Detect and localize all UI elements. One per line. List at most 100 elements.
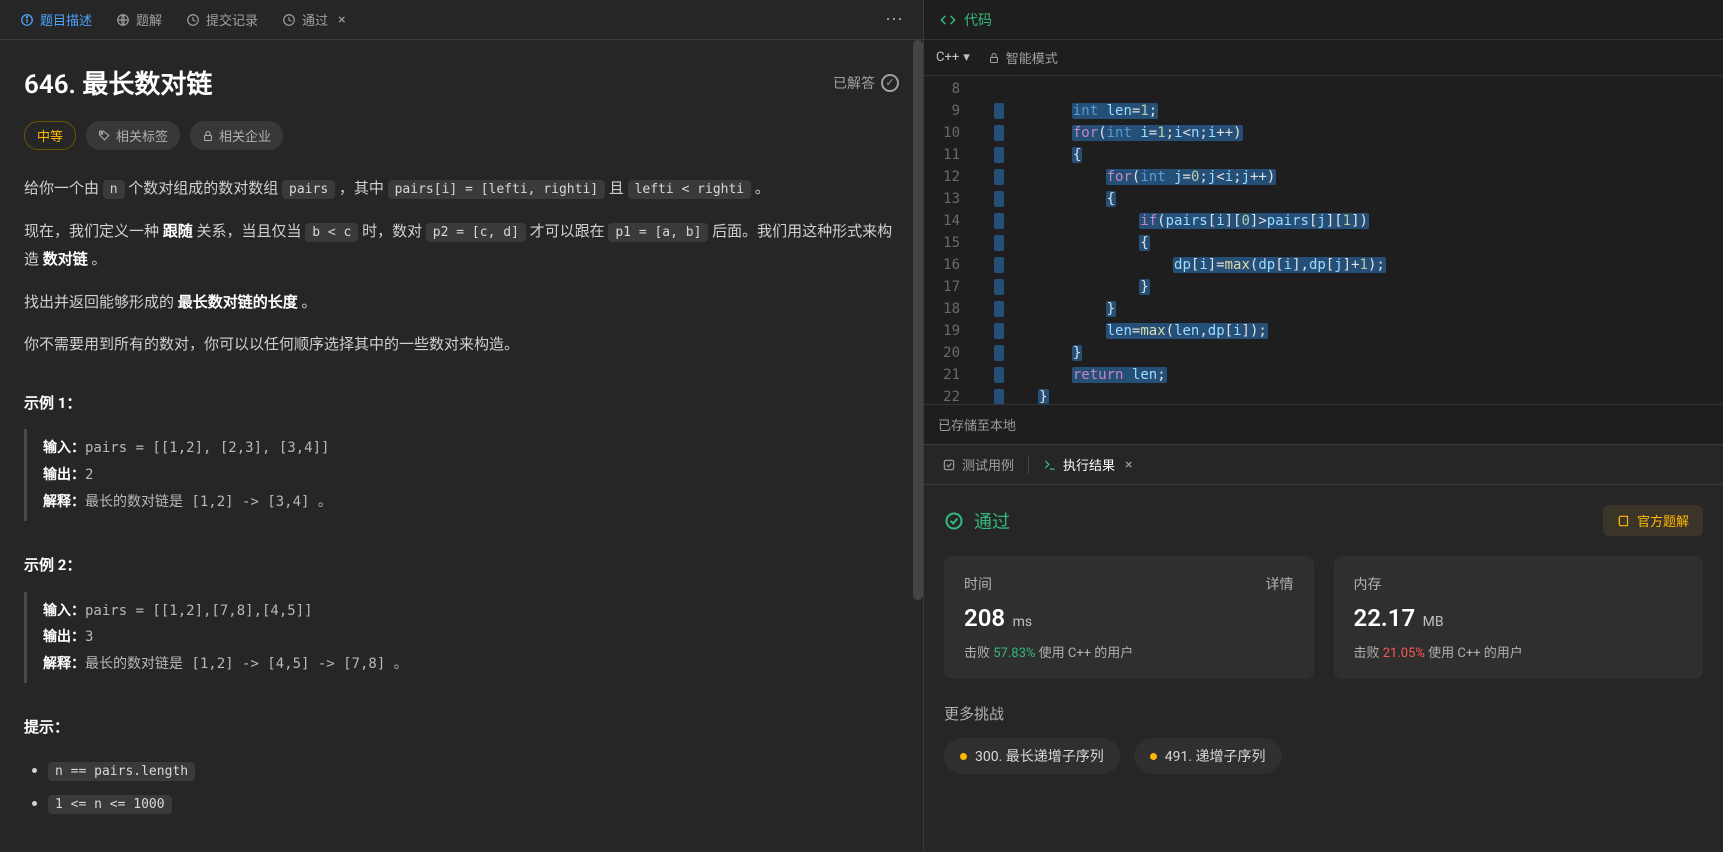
example-block: 输入：pairs = [[1,2],[7,8],[4,5]] 输出：3 解释：最… — [24, 592, 899, 684]
example-heading: 示例 2： — [24, 551, 899, 580]
code-header-label: 代码 — [964, 10, 992, 30]
tag-icon — [98, 129, 111, 142]
hints-list: n == pairs.length 1 <= n <= 1000 — [24, 754, 899, 820]
tab-testcase[interactable]: 测试用例 — [932, 445, 1024, 484]
chevron-down-icon: ▾ — [963, 50, 970, 65]
code-text: { — [994, 144, 1723, 166]
editor-line[interactable]: 22 } — [924, 386, 1723, 404]
more-challenges-heading: 更多挑战 — [944, 703, 1703, 724]
inline-code: n — [103, 180, 125, 199]
checkbox-icon — [942, 458, 956, 472]
scrollbar-thumb[interactable] — [913, 40, 923, 600]
line-number: 18 — [924, 298, 974, 320]
globe-icon — [116, 13, 130, 27]
editor-line[interactable]: 8 — [924, 78, 1723, 100]
challenge-chip[interactable]: 300. 最长递增子序列 — [944, 738, 1120, 774]
line-number: 9 — [924, 100, 974, 122]
editor-line[interactable]: 18 } — [924, 298, 1723, 320]
code-text: len=max(len,dp[i]); — [994, 320, 1723, 342]
code-header: 代码 — [924, 0, 1723, 40]
code-text: } — [994, 276, 1723, 298]
smart-mode-toggle[interactable]: 智能模式 — [988, 48, 1058, 67]
lock-icon — [988, 52, 1000, 64]
code-text: { — [994, 232, 1723, 254]
lock-icon — [202, 130, 214, 142]
companies-badge[interactable]: 相关企业 — [190, 121, 283, 150]
code-text: { — [994, 188, 1723, 210]
editor-line[interactable]: 11 { — [924, 144, 1723, 166]
editor-line[interactable]: 19 len=max(len,dp[i]); — [924, 320, 1723, 342]
code-text: for(int j=0;j<i;j++) — [994, 166, 1723, 188]
time-stat-card[interactable]: 时间 详情 208 ms 击败 57.83% 使用 C++ 的用户 — [944, 556, 1314, 679]
tags-badge[interactable]: 相关标签 — [86, 121, 180, 150]
tab-pass[interactable]: 通过 × — [270, 0, 358, 39]
line-number: 20 — [924, 342, 974, 364]
difficulty-badge: 中等 — [24, 121, 76, 150]
close-icon[interactable]: × — [338, 12, 345, 28]
line-number: 15 — [924, 232, 974, 254]
editor-line[interactable]: 20 } — [924, 342, 1723, 364]
line-number: 17 — [924, 276, 974, 298]
info-icon — [20, 13, 34, 27]
editor-line[interactable]: 12 for(int j=0;j<i;j++) — [924, 166, 1723, 188]
stat-value: 208 — [964, 604, 1005, 632]
inline-code: pairs[i] = [lefti, righti] — [388, 180, 606, 199]
code-text — [994, 78, 1723, 100]
editor-line[interactable]: 16 dp[i]=max(dp[i],dp[j]+1); — [924, 254, 1723, 276]
check-icon: ✓ — [881, 74, 899, 92]
code-text: if(pairs[i][0]>pairs[j][1]) — [994, 210, 1723, 232]
tab-label: 通过 — [302, 10, 328, 29]
pass-label: 通过 — [944, 508, 1010, 534]
history-icon — [186, 13, 200, 27]
inline-code: pairs — [282, 180, 335, 199]
inline-code: lefti < righti — [628, 180, 752, 199]
tab-label: 题解 — [136, 10, 162, 29]
code-editor[interactable]: 89 int len=1;10 for(int i=1;i<n;i++)11 {… — [924, 76, 1723, 404]
tab-solution[interactable]: 题解 — [104, 0, 174, 39]
solved-badge: 已解答 ✓ — [833, 73, 899, 93]
editor-line[interactable]: 17 } — [924, 276, 1723, 298]
tab-submissions[interactable]: 提交记录 — [174, 0, 270, 39]
inline-code: b < c — [305, 223, 358, 242]
code-text: } — [994, 386, 1723, 404]
line-number: 12 — [924, 166, 974, 188]
tab-label: 提交记录 — [206, 10, 258, 29]
code-text: return len; — [994, 364, 1723, 386]
editor-line[interactable]: 13 { — [924, 188, 1723, 210]
stat-label: 内存 — [1354, 574, 1382, 594]
line-number: 19 — [924, 320, 974, 342]
history-icon — [282, 13, 296, 27]
editor-line[interactable]: 10 for(int i=1;i<n;i++) — [924, 122, 1723, 144]
editor-line[interactable]: 14 if(pairs[i][0]>pairs[j][1]) — [924, 210, 1723, 232]
code-text: } — [994, 342, 1723, 364]
inline-code: n == pairs.length — [48, 762, 195, 781]
problem-description: 给你一个由 n 个数对组成的数对数组 pairs ，其中 pairs[i] = … — [24, 174, 899, 820]
editor-line[interactable]: 15 { — [924, 232, 1723, 254]
editor-line[interactable]: 21 return len; — [924, 364, 1723, 386]
language-select[interactable]: C++ ▾ — [936, 50, 970, 65]
example-block: 输入：pairs = [[1,2], [2,3], [3,4]] 输出：2 解释… — [24, 429, 899, 521]
stat-label: 时间 — [964, 574, 992, 594]
tab-label: 题目描述 — [40, 10, 92, 29]
tab-run-result[interactable]: 执行结果 × — [1033, 445, 1143, 484]
line-number: 14 — [924, 210, 974, 232]
official-solution-button[interactable]: 官方题解 — [1603, 505, 1703, 536]
difficulty-dot — [1150, 753, 1157, 760]
saved-label: 已存储至本地 — [924, 404, 1723, 444]
memory-stat-card[interactable]: 内存 22.17 MB 击败 21.05% 使用 C++ 的用户 — [1334, 556, 1704, 679]
code-toolbar: C++ ▾ 智能模式 — [924, 40, 1723, 76]
line-number: 8 — [924, 78, 974, 100]
book-icon — [1617, 514, 1631, 528]
line-number: 16 — [924, 254, 974, 276]
challenge-chip[interactable]: 491. 递增子序列 — [1134, 738, 1282, 774]
line-number: 11 — [924, 144, 974, 166]
tab-description[interactable]: 题目描述 — [8, 0, 104, 39]
close-icon[interactable]: × — [1125, 457, 1132, 473]
terminal-icon — [1043, 458, 1057, 472]
details-link[interactable]: 详情 — [1266, 574, 1294, 594]
problem-title: 646. 最长数对链 — [24, 64, 212, 101]
code-text: for(int i=1;i<n;i++) — [994, 122, 1723, 144]
more-button[interactable]: ⋯ — [875, 9, 915, 30]
code-text: int len=1; — [994, 100, 1723, 122]
editor-line[interactable]: 9 int len=1; — [924, 100, 1723, 122]
